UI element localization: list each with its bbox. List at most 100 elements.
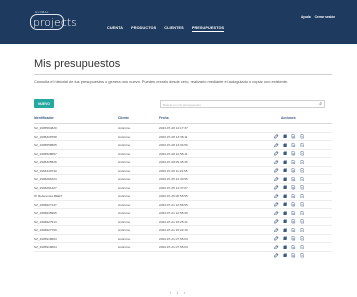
table-row[interactable]: S2_1905918603 Anónimo 2023-07-21 07:55:03 — [34, 235, 332, 249]
help-link[interactable]: Ayuda — [301, 15, 311, 19]
col-header-date[interactable]: Fecha — [159, 116, 169, 120]
cell-id[interactable]: S2_1905325526 — [34, 160, 57, 164]
nav-item-productos[interactable]: PRODUCTOS — [131, 26, 156, 32]
cell-id[interactable]: S2_1905528657 — [34, 152, 57, 156]
copy-icon[interactable] — [282, 228, 287, 241]
document-icon[interactable] — [291, 236, 296, 249]
cell-id[interactable]: S2_1906935965 — [34, 211, 57, 215]
table-row[interactable]: S2_1905325526 Anónimo 2023-07-28 09:45:45 — [34, 158, 332, 173]
brand-logo[interactable]: GLOBAL projects — [30, 11, 77, 30]
edit-icon[interactable] — [274, 228, 279, 241]
edit-icon[interactable] — [274, 160, 279, 173]
document-icon[interactable] — [291, 194, 296, 207]
copy-icon[interactable] — [282, 143, 287, 156]
table-row[interactable]: S2_1906935965 Anónimo 2023-07-21 12:55:30 — [34, 209, 332, 224]
copy-icon[interactable] — [282, 126, 287, 139]
copy-icon[interactable] — [282, 194, 287, 207]
pdf-icon[interactable] — [300, 134, 304, 147]
cell-id[interactable]: S2_1905918604 — [34, 245, 57, 249]
pdf-icon[interactable] — [300, 236, 304, 249]
table-row[interactable]: S2_1905918604 Anónimo 2023-07-21 07:55:03 — [34, 243, 332, 258]
table-row[interactable]: HI Referencia MEET Anónimo 2023-07-25 00:5… — [34, 192, 332, 207]
copy-icon[interactable] — [282, 168, 287, 181]
table-row[interactable]: S2_1905564820 Anónimo 2023-07-28 14:17:37 — [34, 124, 332, 139]
logout-link[interactable]: Cerrar sesión — [315, 15, 336, 19]
col-header-client[interactable]: Cliente — [118, 116, 129, 120]
pagination-prev[interactable]: ‹ — [170, 290, 171, 295]
cell-id[interactable]: HI Referencia MEET — [34, 194, 62, 198]
pdf-icon[interactable] — [300, 168, 304, 181]
cell-id[interactable]: S2_1905564820 — [34, 126, 57, 130]
document-icon[interactable] — [291, 177, 296, 190]
copy-icon[interactable] — [282, 177, 287, 190]
pdf-icon[interactable] — [300, 151, 304, 164]
copy-icon[interactable] — [282, 134, 287, 147]
document-icon[interactable] — [291, 151, 296, 164]
cell-id[interactable]: S2_1906281427 — [34, 186, 57, 190]
copy-icon[interactable] — [282, 202, 287, 215]
table-row[interactable]: S2_1904349740 Anónimo 2023-07-26 11:19:55 — [34, 167, 332, 181]
document-icon[interactable] — [291, 211, 296, 224]
copy-icon[interactable] — [282, 185, 287, 198]
nav-item-presupuestos[interactable]: PRESUPUESTOS — [191, 26, 225, 32]
copy-icon[interactable] — [282, 211, 287, 224]
copy-icon[interactable] — [282, 236, 287, 249]
table-row[interactable]: S2_1905528657 Anónimo 2023-07-28 12:55:11 — [34, 150, 332, 164]
edit-icon[interactable] — [274, 168, 279, 181]
edit-icon[interactable] — [274, 194, 279, 207]
document-icon[interactable] — [291, 219, 296, 232]
new-budget-button[interactable]: NUEVO — [34, 99, 54, 108]
document-icon[interactable] — [291, 160, 296, 173]
pdf-icon[interactable] — [300, 177, 304, 190]
edit-icon[interactable] — [274, 126, 279, 139]
table-row[interactable]: S2_1906927799 Anónimo 2023-07-21 15:22:19 — [34, 226, 332, 241]
table-row[interactable]: S2_1906281427 Anónimo 2023-07-25 12:37:07 — [34, 184, 332, 198]
table-row[interactable]: S2_1905328758 Anónimo 2023-07-28 13:35:11 — [34, 133, 332, 147]
cell-id[interactable]: S2_1905328758 — [34, 135, 57, 139]
document-icon[interactable] — [291, 126, 296, 139]
nav-item-clientes[interactable]: CLIENTES — [164, 26, 184, 32]
cell-id[interactable]: S2_1906927137 — [34, 203, 57, 207]
pdf-icon[interactable] — [300, 211, 304, 224]
edit-icon[interactable] — [274, 134, 279, 147]
edit-icon[interactable] — [274, 143, 279, 156]
cell-id[interactable]: S2_1906927799 — [34, 228, 57, 232]
table-row[interactable]: S2_1906281623 Anónimo 2023-07-25 12:40:55 — [34, 175, 332, 190]
pagination-next[interactable]: › — [184, 290, 185, 295]
edit-icon[interactable] — [274, 202, 279, 215]
pdf-icon[interactable] — [300, 185, 304, 198]
document-icon[interactable] — [291, 228, 296, 241]
col-header-id[interactable]: Identificador — [34, 116, 54, 120]
document-icon[interactable] — [291, 202, 296, 215]
copy-icon[interactable] — [282, 151, 287, 164]
pdf-icon[interactable] — [300, 126, 304, 139]
pdf-icon[interactable] — [300, 228, 304, 241]
pagination-current[interactable]: 1 — [176, 290, 178, 295]
pdf-icon[interactable] — [300, 194, 304, 207]
document-icon[interactable] — [291, 245, 296, 258]
copy-icon[interactable] — [282, 245, 287, 258]
edit-icon[interactable] — [274, 245, 279, 258]
nav-item-cuenta[interactable]: CUENTA — [107, 26, 123, 32]
pdf-icon[interactable] — [300, 160, 304, 173]
cell-id[interactable]: S2_1906281623 — [34, 177, 57, 181]
edit-icon[interactable] — [274, 219, 279, 232]
search-input[interactable] — [163, 102, 313, 107]
table-row[interactable]: S2_1906927137 Anónimo 2023-07-21 12:56:55 — [34, 201, 332, 215]
document-icon[interactable] — [291, 143, 296, 156]
edit-icon[interactable] — [274, 236, 279, 249]
document-icon[interactable] — [291, 185, 296, 198]
pdf-icon[interactable] — [300, 202, 304, 215]
cell-id[interactable]: S2_1906927913 — [34, 220, 57, 224]
document-icon[interactable] — [291, 134, 296, 147]
cell-id[interactable]: S2_1905558505 — [34, 143, 57, 147]
edit-icon[interactable] — [274, 177, 279, 190]
cell-id[interactable]: S2_1905918603 — [34, 237, 57, 241]
pdf-icon[interactable] — [300, 219, 304, 232]
edit-icon[interactable] — [274, 185, 279, 198]
table-row[interactable]: S2_1906927913 Anónimo 2023-07-21 15:25:41 — [34, 218, 332, 232]
pdf-icon[interactable] — [300, 245, 304, 258]
search-icon[interactable]: ⌕ — [319, 101, 322, 108]
pdf-icon[interactable] — [300, 143, 304, 156]
edit-icon[interactable] — [274, 211, 279, 224]
